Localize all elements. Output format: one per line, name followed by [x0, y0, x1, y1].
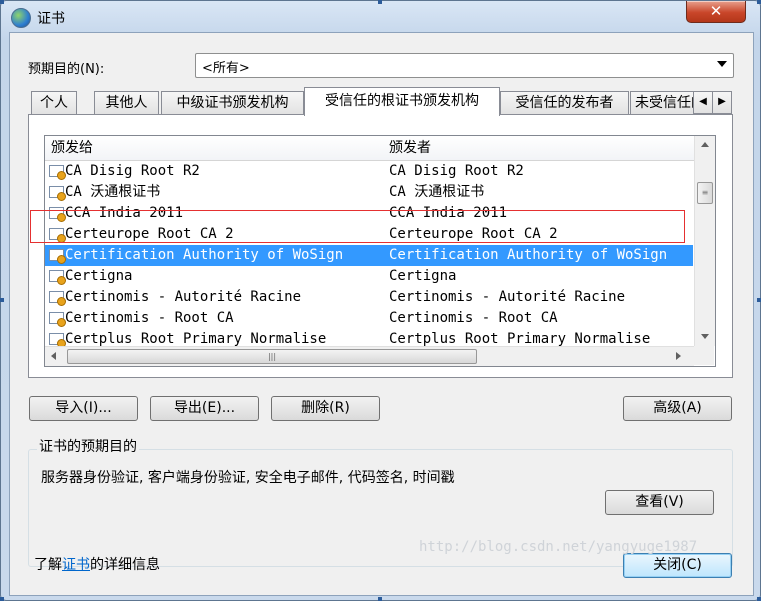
resize-handle[interactable] [757, 0, 761, 4]
scroll-right-icon[interactable] [676, 352, 681, 360]
learn-more-suffix: 的详细信息 [90, 557, 160, 573]
intended-purpose-value: <所有> [202, 61, 250, 76]
title-bar[interactable]: 证书 ✕ [1, 1, 760, 31]
resize-handle[interactable] [378, 597, 382, 601]
resize-handle[interactable] [757, 597, 761, 601]
scroll-up-icon[interactable] [701, 142, 709, 147]
certificate-list[interactable]: 颁发给 颁发者 CA Disig Root R2 CA Disig Root R… [44, 135, 716, 367]
certificate-icon [49, 312, 66, 327]
intended-purposes-title: 证书的预期目的 [37, 436, 139, 456]
issued-by: CA 沃通根证书 [389, 184, 485, 200]
list-item[interactable]: Certigna Certigna [45, 266, 693, 287]
certificate-icon [49, 207, 66, 222]
scrollbar-corner [694, 346, 714, 365]
certificate-globe-icon [11, 8, 31, 28]
issued-to: Certeurope Root CA 2 [65, 226, 234, 242]
issued-to: CA Disig Root R2 [65, 163, 200, 179]
certificate-icon [49, 186, 66, 201]
issued-to: Certification Authority of WoSign [65, 247, 344, 263]
tab-personal[interactable]: 个人 [31, 91, 77, 114]
certificate-icon [49, 228, 66, 243]
intended-purpose-label: 预期目的(N): [28, 62, 105, 77]
horizontal-scrollbar[interactable]: ||| [45, 346, 694, 366]
resize-handle[interactable] [757, 298, 761, 302]
chevron-down-icon[interactable] [717, 61, 727, 67]
issued-by: Certification Authority of WoSign [389, 247, 668, 263]
remove-button[interactable]: 删除(R) [271, 396, 380, 421]
resize-handle[interactable] [0, 298, 4, 302]
issued-by: CCA India 2011 [389, 205, 508, 221]
list-item[interactable]: CA Disig Root R2 CA Disig Root R2 [45, 161, 693, 182]
resize-handle[interactable] [0, 597, 4, 601]
list-item[interactable]: Certinomis - Autorité Racine Certinomis … [45, 287, 693, 308]
list-item[interactable]: CA 沃通根证书 CA 沃通根证书 [45, 182, 693, 203]
issued-by: Certigna [389, 268, 457, 284]
close-window-button[interactable]: ✕ [686, 1, 746, 23]
list-item-selected[interactable]: Certification Authority of WoSign Certif… [45, 245, 693, 266]
tab-intermediate-ca[interactable]: 中级证书颁发机构 [161, 91, 304, 114]
watermark: http://blog.csdn.net/yangyuge1987 [419, 539, 698, 555]
intended-purposes-text: 服务器身份验证, 客户端身份验证, 安全电子邮件, 代码签名, 时间戳 [41, 470, 455, 486]
tab-trusted-publishers[interactable]: 受信任的发布者 [500, 91, 629, 114]
issued-to: Certinomis - Autorité Racine [65, 289, 302, 305]
resize-handle[interactable] [378, 0, 382, 4]
issued-to: CCA India 2011 [65, 205, 184, 221]
certificates-link[interactable]: 证书 [62, 557, 90, 573]
certificate-icon [49, 270, 66, 285]
issued-by: Certeurope Root CA 2 [389, 226, 558, 242]
certificates-dialog: 证书 ✕ 预期目的(N): <所有> 个人 其他人 中级证书颁发机构 受信任的根… [0, 0, 761, 601]
scroll-down-icon[interactable] [701, 334, 709, 339]
tab-other-people[interactable]: 其他人 [94, 91, 159, 114]
scrollbar-thumb[interactable]: ≡ [697, 182, 713, 204]
tab-scroll-left-icon[interactable]: ◀ [693, 91, 713, 114]
learn-more-text: 了解证书的详细信息 [34, 554, 160, 574]
list-item[interactable]: Certeurope Root CA 2 Certeurope Root CA … [45, 224, 693, 245]
tab-scroll-right-icon[interactable]: ▶ [712, 91, 732, 114]
scroll-left-icon[interactable] [51, 352, 56, 360]
vertical-scrollbar[interactable]: ≡ [694, 136, 715, 346]
tab-untrusted-publishers[interactable]: 未受信任的发布者 [630, 91, 698, 114]
issued-by: Certinomis - Root CA [389, 310, 558, 326]
scrollbar-thumb[interactable]: ||| [67, 349, 477, 364]
tab-trusted-root-ca[interactable]: 受信任的根证书颁发机构 [304, 87, 500, 116]
list-item[interactable]: Certinomis - Root CA Certinomis - Root C… [45, 308, 693, 329]
issued-to: Certigna [65, 268, 133, 284]
certificate-icon [49, 333, 66, 348]
issued-by: Certinomis - Autorité Racine [389, 289, 626, 305]
intended-purpose-select[interactable]: <所有> [195, 53, 734, 78]
issued-to: CA 沃通根证书 [65, 184, 161, 200]
certificate-icon [49, 165, 66, 180]
issued-to: Certinomis - Root CA [65, 310, 234, 326]
issued-by: CA Disig Root R2 [389, 163, 524, 179]
certificate-icon [49, 249, 66, 264]
certificate-icon [49, 291, 66, 306]
advanced-button[interactable]: 高级(A) [623, 396, 732, 421]
resize-handle[interactable] [0, 0, 4, 4]
list-item[interactable]: CCA India 2011 CCA India 2011 [45, 203, 693, 224]
dialog-client-area: 预期目的(N): <所有> 个人 其他人 中级证书颁发机构 受信任的根证书颁发机… [9, 32, 754, 596]
export-button[interactable]: 导出(E)... [150, 396, 259, 421]
import-button[interactable]: 导入(I)... [29, 396, 138, 421]
tab-panel: 颁发给 颁发者 CA Disig Root R2 CA Disig Root R… [28, 114, 733, 378]
window-title: 证书 [37, 11, 65, 27]
learn-more-prefix: 了解 [34, 557, 62, 573]
close-button[interactable]: 关闭(C) [623, 553, 732, 578]
view-button[interactable]: 查看(V) [605, 490, 714, 515]
column-header-issued-to[interactable]: 颁发给 [45, 136, 389, 161]
column-header-issued-by[interactable]: 颁发者 [385, 136, 697, 161]
